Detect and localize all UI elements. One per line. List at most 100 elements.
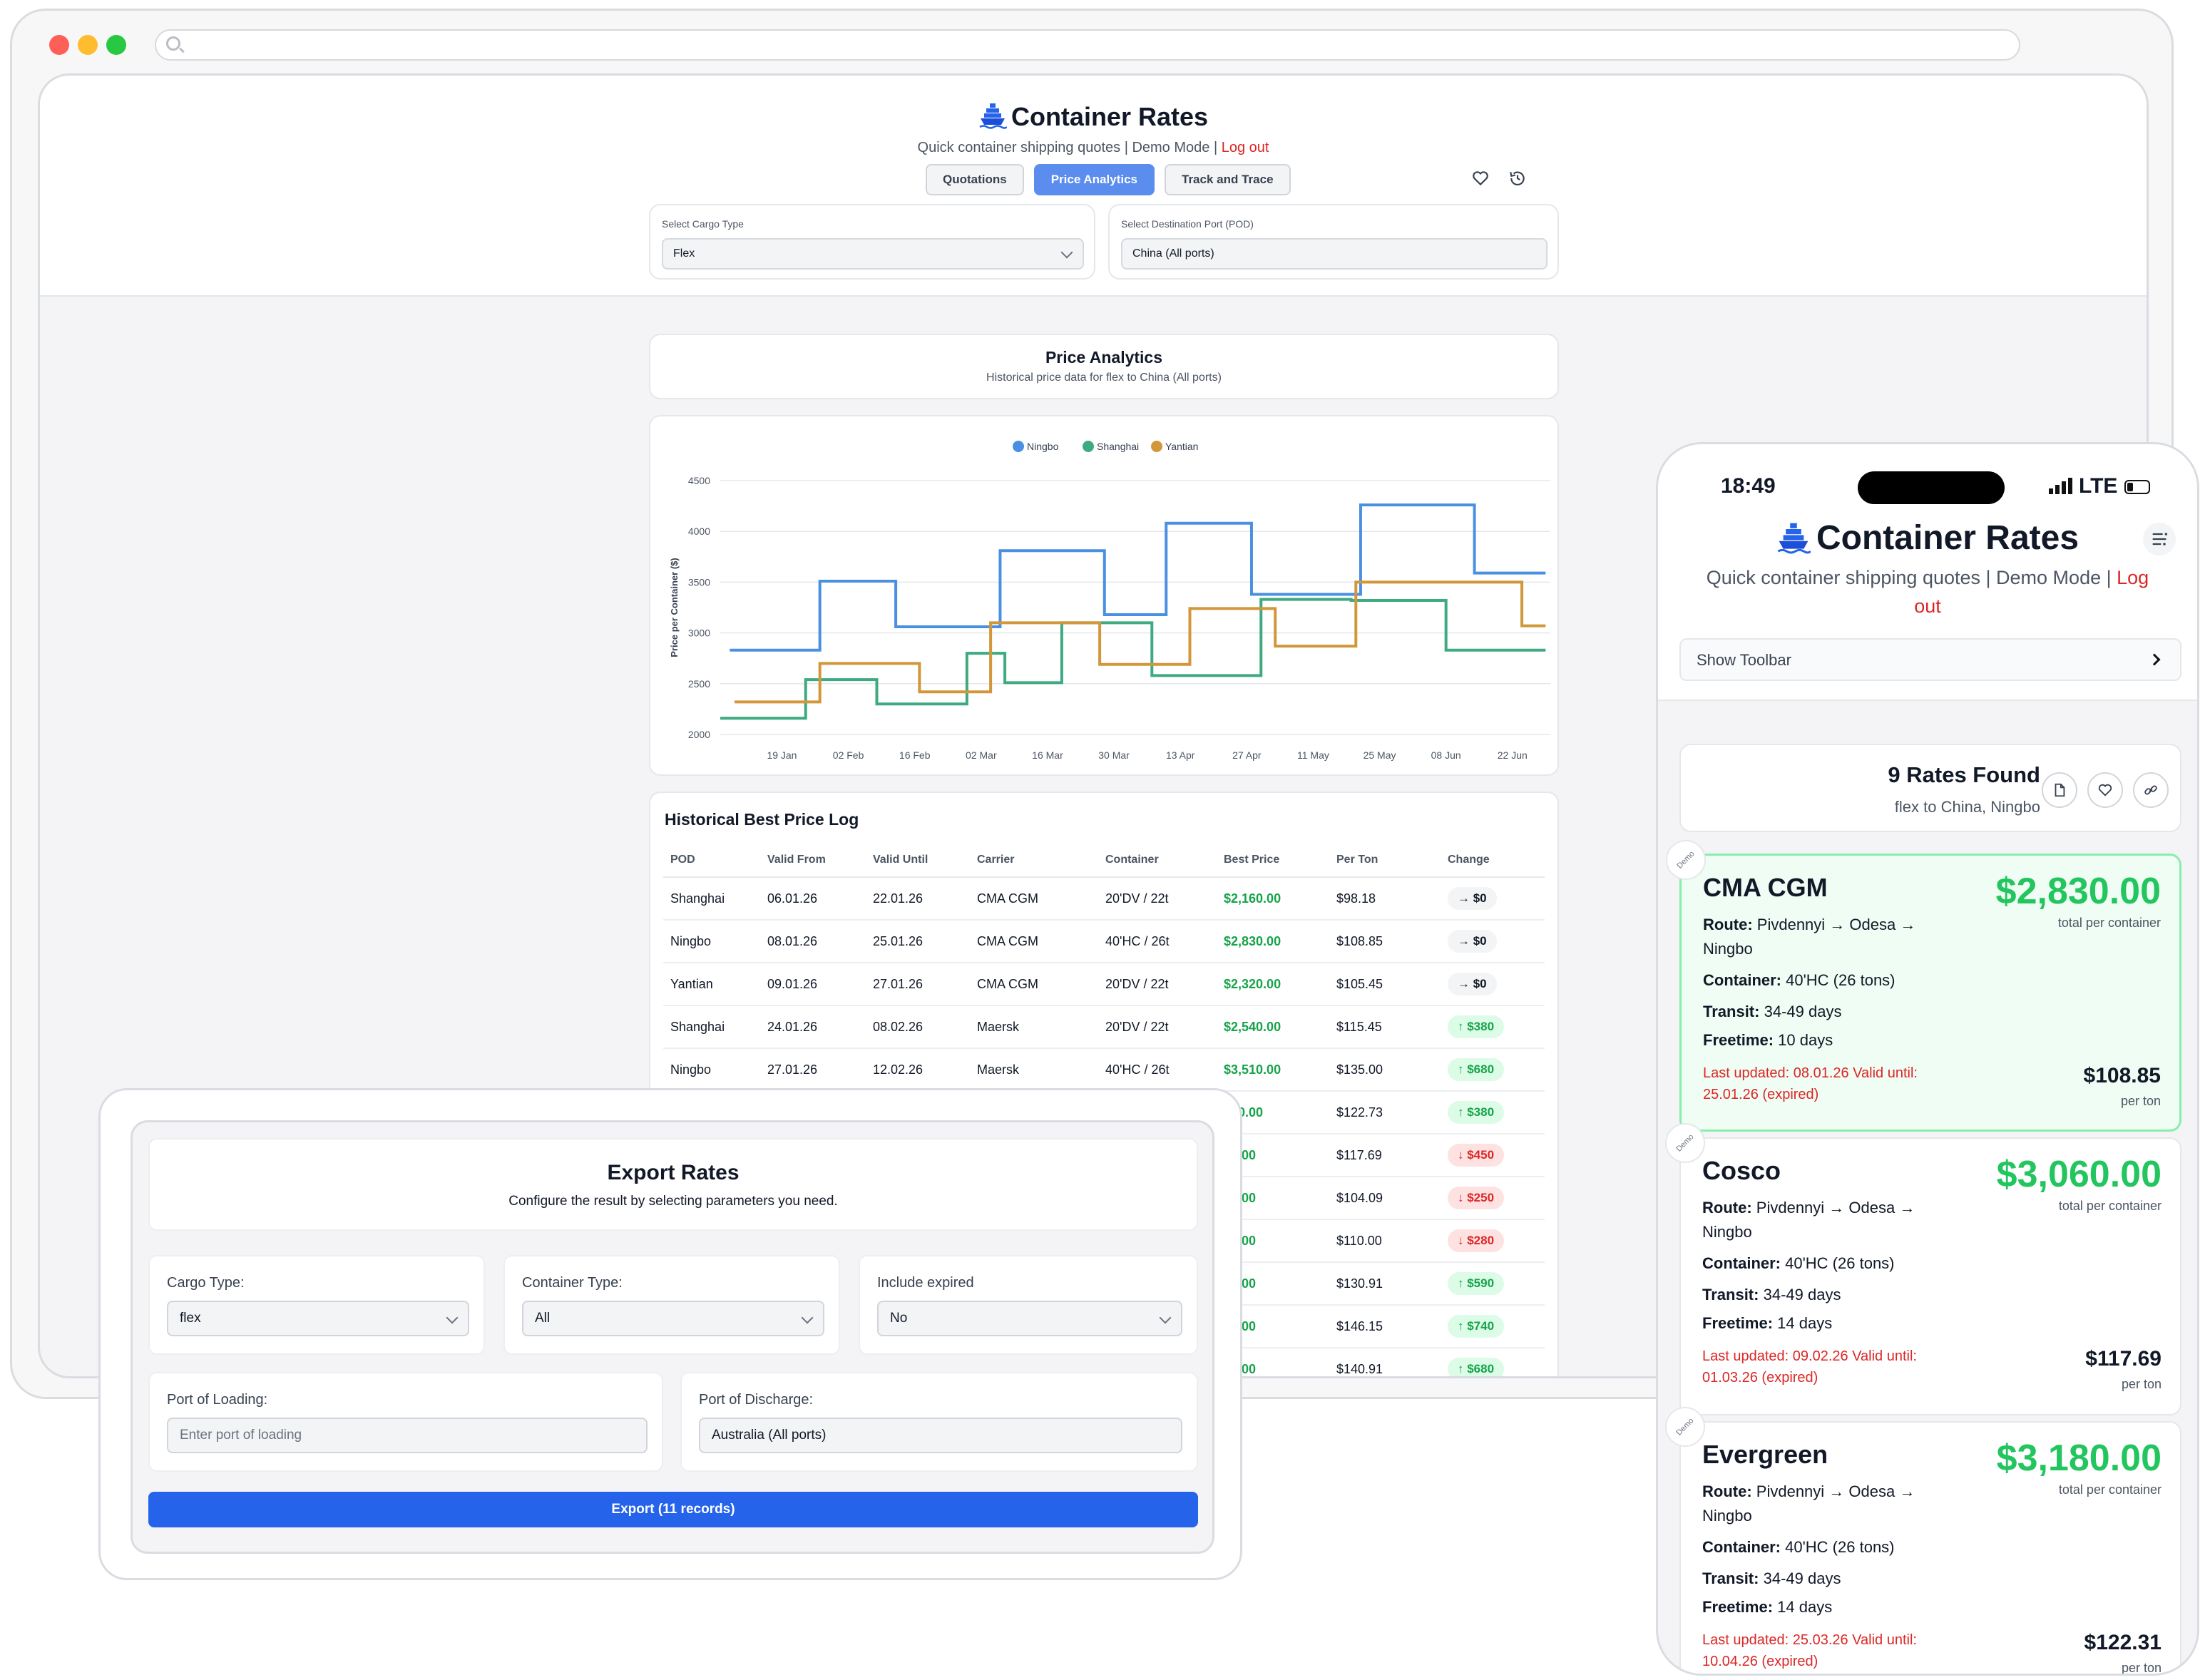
x-tick-label: 08 Jun: [1431, 749, 1461, 761]
subtitle-text: Quick container shipping quotes | Demo M…: [917, 140, 1218, 155]
route-label: Route:: [1703, 916, 1753, 933]
cell-text: $98.18: [1336, 891, 1376, 906]
transit-label: Transit:: [1703, 1003, 1760, 1020]
export-cargo-type-select[interactable]: flex: [167, 1301, 469, 1336]
logout-link[interactable]: Log out: [1222, 140, 1269, 155]
table-cell-perton: $122.73: [1329, 1091, 1441, 1134]
export-header-card: Export Rates Configure the result by sel…: [148, 1138, 1198, 1231]
table-cell-container: 20'DV / 22t: [1098, 963, 1217, 1006]
table-cell-carrier: CMA CGM: [970, 963, 1098, 1006]
cell-text: 22.01.26: [873, 891, 924, 906]
favorites-button[interactable]: [1466, 164, 1495, 193]
x-tick-label: 25 May: [1364, 749, 1396, 761]
column-header[interactable]: Change: [1441, 843, 1545, 878]
tab-track-and-trace[interactable]: Track and Trace: [1165, 164, 1291, 195]
change-badge: ↑ $380: [1448, 1015, 1505, 1038]
export-include-expired-value: No: [890, 1311, 908, 1326]
last-updated-line-1: Last updated: 08.01.26 Valid until:: [1703, 1065, 1918, 1081]
export-container-type-select[interactable]: All: [522, 1301, 824, 1336]
table-cell-change: ↑ $380: [1441, 1005, 1545, 1049]
menu-button[interactable]: [2143, 523, 2176, 555]
per-ton-caption: per ton: [2121, 1377, 2161, 1391]
cell-text: CMA CGM: [977, 976, 1039, 991]
table-cell-from: 06.01.26: [760, 877, 866, 921]
export-port-of-discharge-value: Australia (All ports): [712, 1428, 827, 1443]
tab-quotations[interactable]: Quotations: [926, 164, 1024, 195]
cell-text: 40'HC / 26t: [1105, 933, 1170, 948]
total-price-caption: total per container: [2058, 1199, 2161, 1213]
phone-logout-link-1[interactable]: Log: [2117, 567, 2149, 588]
cell-text: $130.91: [1336, 1276, 1383, 1291]
history-button[interactable]: [1503, 164, 1532, 193]
destination-port-value: China (All ports): [1132, 247, 1214, 260]
ship-icon: [979, 103, 1008, 129]
tab-price-analytics[interactable]: Price Analytics: [1033, 164, 1155, 195]
export-button[interactable]: Export (11 records): [148, 1492, 1198, 1527]
cell-text: CMA CGM: [977, 891, 1039, 906]
export-cargo-type-value: flex: [180, 1311, 201, 1326]
phone-title-row: Container Rates: [1658, 518, 2197, 558]
x-tick-label: 02 Mar: [966, 749, 997, 761]
table-header-row: POD Valid From Valid Until Carrier Container…: [663, 843, 1545, 878]
x-tick-label: 16 Feb: [899, 749, 931, 761]
rate-card[interactable]: Demo Cosco $3,060.00 total per container Rou…: [1658, 1115, 2181, 1415]
cell-text: 24.01.26: [767, 1019, 818, 1034]
export-port-of-loading-input[interactable]: Enter port of loading: [167, 1418, 648, 1453]
cell-text: $110.00: [1336, 1233, 1382, 1248]
table-cell-change: ↓ $280: [1441, 1219, 1545, 1263]
table-cell-change: ↑ $680: [1441, 1048, 1545, 1092]
container-label: Container:: [1703, 971, 1781, 989]
column-header[interactable]: Valid Until: [866, 843, 970, 878]
carrier-name: Cosco: [1702, 1156, 1781, 1185]
per-ton-caption: per ton: [2120, 1094, 2161, 1108]
column-header[interactable]: Carrier: [970, 843, 1098, 878]
show-toolbar-button[interactable]: Show Toolbar: [1679, 638, 2181, 681]
export-port-of-discharge-label: Port of Discharge:: [699, 1392, 814, 1408]
analytics-title: Price Analytics: [1045, 348, 1163, 367]
container-label: Container:: [1702, 1538, 1781, 1556]
change-badge: ↑ $680: [1448, 1058, 1505, 1081]
table-cell-change: → $0: [1441, 963, 1545, 1006]
export-pdf-button[interactable]: [2042, 772, 2077, 808]
legend-swatch: [1083, 441, 1094, 452]
column-header[interactable]: Valid From: [760, 843, 866, 878]
export-port-of-loading-label: Port of Loading:: [167, 1392, 268, 1408]
export-include-expired-select[interactable]: No: [877, 1301, 1182, 1336]
column-header[interactable]: Per Ton: [1329, 843, 1441, 878]
rate-card[interactable]: Demo CMA CGM $2,830.00 total per container R…: [1658, 831, 2181, 1132]
last-updated-line-2: 01.03.26 (expired): [1702, 1370, 1818, 1386]
table-cell-container: 40'HC / 26t: [1098, 1048, 1217, 1092]
phone-logout-link-2[interactable]: out: [1658, 595, 2197, 618]
rate-card[interactable]: Demo Evergreen $3,180.00 total per containe…: [1658, 1398, 2181, 1674]
y-axis-label: Price per Container ($): [669, 558, 680, 657]
table-cell-change: ↑ $590: [1441, 1262, 1545, 1306]
destination-port-input[interactable]: China (All ports): [1121, 238, 1547, 270]
freetime-label: Freetime:: [1702, 1598, 1774, 1616]
signal-icon: [2049, 477, 2074, 498]
column-header[interactable]: Best Price: [1217, 843, 1329, 878]
cell-text: 20'DV / 22t: [1105, 1019, 1169, 1034]
favorite-button[interactable]: [2087, 772, 2123, 808]
minimize-window-button[interactable]: [78, 35, 98, 55]
cell-text: 08.01.26: [767, 933, 818, 948]
dynamic-island: [1858, 471, 2005, 504]
freetime-label: Freetime:: [1702, 1314, 1774, 1332]
price-chart: 2000 2500 3000 3500 4000 4500 19 Jan 02 Feb 16 F…: [669, 441, 1550, 761]
table-cell-pod: Ningbo: [663, 1048, 760, 1092]
close-window-button[interactable]: [49, 35, 69, 55]
cell-text: Ningbo: [670, 1062, 712, 1077]
export-port-of-discharge-input[interactable]: Australia (All ports): [699, 1418, 1182, 1453]
export-title: Export Rates: [607, 1161, 740, 1184]
last-updated-line-2: 25.01.26 (expired): [1703, 1087, 1819, 1102]
ship-icon: [1777, 523, 1812, 554]
status-time: 18:49: [1721, 474, 1776, 498]
export-port-of-loading-placeholder: Enter port of loading: [180, 1428, 302, 1443]
address-bar[interactable]: [155, 29, 2020, 61]
cell-text: 20'DV / 22t: [1105, 891, 1169, 906]
column-header[interactable]: Container: [1098, 843, 1217, 878]
cell-text: 12.02.26: [873, 1062, 924, 1077]
maximize-window-button[interactable]: [106, 35, 126, 55]
share-link-button[interactable]: [2133, 772, 2169, 808]
cargo-type-select[interactable]: Flex: [662, 238, 1084, 270]
column-header[interactable]: POD: [663, 843, 760, 878]
